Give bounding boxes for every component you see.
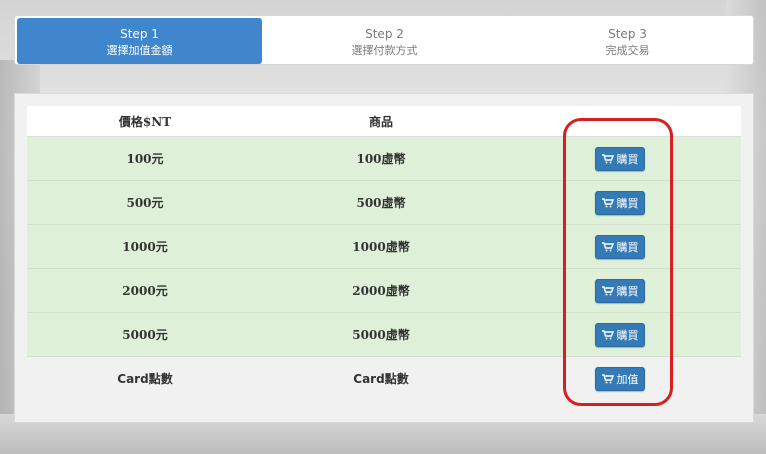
table-row: 500元 500虛幣 購買 xyxy=(27,181,741,225)
buy-100-button[interactable]: 購買 xyxy=(595,146,645,171)
shopping-cart-icon xyxy=(601,329,614,339)
step-3: Step 3 完成交易 xyxy=(505,18,750,64)
table-header-row: 價格$NT 商品 xyxy=(27,106,741,137)
price-cell: 2000元 xyxy=(122,284,168,298)
product-cell: 1000虛幣 xyxy=(352,240,410,254)
step-2: Step 2 選擇付款方式 xyxy=(267,18,502,64)
table-row: Card點數 Card點數 加值 xyxy=(27,357,741,400)
table-row: 1000元 1000虛幣 購買 xyxy=(27,225,741,269)
product-cell: 5000虛幣 xyxy=(352,328,410,342)
topup-button-label: 加值 xyxy=(616,372,639,386)
header-price: 價格$NT xyxy=(118,114,172,129)
step-3-number: Step 3 xyxy=(608,27,647,41)
table-row: 5000元 5000虛幣 購買 xyxy=(27,313,741,357)
product-cell: 100虛幣 xyxy=(356,152,406,166)
shopping-cart-icon xyxy=(601,241,614,251)
table-row: 100元 100虛幣 購買 xyxy=(27,137,741,181)
topup-panel: 價格$NT 商品 100元 100虛幣 購買 500元 500虛幣 購買 100… xyxy=(14,93,754,423)
price-cell: 100元 xyxy=(126,152,164,166)
buy-button-label: 購買 xyxy=(616,152,639,166)
shopping-cart-icon xyxy=(601,197,614,207)
step-progress-bar: Step 1 選擇加值金額 Step 2 選擇付款方式 Step 3 完成交易 xyxy=(14,15,754,65)
buy-button-label: 購買 xyxy=(616,328,639,342)
header-product: 商品 xyxy=(368,114,393,129)
buy-2000-button[interactable]: 購買 xyxy=(595,278,645,303)
step-3-label: 完成交易 xyxy=(605,44,650,57)
shopping-cart-icon xyxy=(601,285,614,295)
price-cell: Card點數 xyxy=(117,372,173,386)
price-cell: 1000元 xyxy=(122,240,168,254)
step-2-number: Step 2 xyxy=(365,27,404,41)
table-row: 2000元 2000虛幣 購買 xyxy=(27,269,741,313)
buy-500-button[interactable]: 購買 xyxy=(595,190,645,215)
buy-button-label: 購買 xyxy=(616,240,639,254)
card-topup-button[interactable]: 加值 xyxy=(595,366,645,391)
topup-table: 價格$NT 商品 100元 100虛幣 購買 500元 500虛幣 購買 100… xyxy=(27,106,741,400)
product-cell: 2000虛幣 xyxy=(352,284,410,298)
shopping-cart-icon xyxy=(601,373,614,383)
price-cell: 500元 xyxy=(126,196,164,210)
buy-5000-button[interactable]: 購買 xyxy=(595,322,645,347)
step-1: Step 1 選擇加值金額 xyxy=(17,18,262,64)
step-1-number: Step 1 xyxy=(120,27,159,41)
price-cell: 5000元 xyxy=(122,328,168,342)
shopping-cart-icon xyxy=(601,153,614,163)
step-1-label: 選擇加值金額 xyxy=(106,44,173,57)
buy-1000-button[interactable]: 購買 xyxy=(595,234,645,259)
buy-button-label: 購買 xyxy=(616,196,639,210)
step-2-label: 選擇付款方式 xyxy=(351,44,418,57)
product-cell: 500虛幣 xyxy=(356,196,406,210)
buy-button-label: 購買 xyxy=(616,284,639,298)
product-cell: Card點數 xyxy=(353,372,409,386)
